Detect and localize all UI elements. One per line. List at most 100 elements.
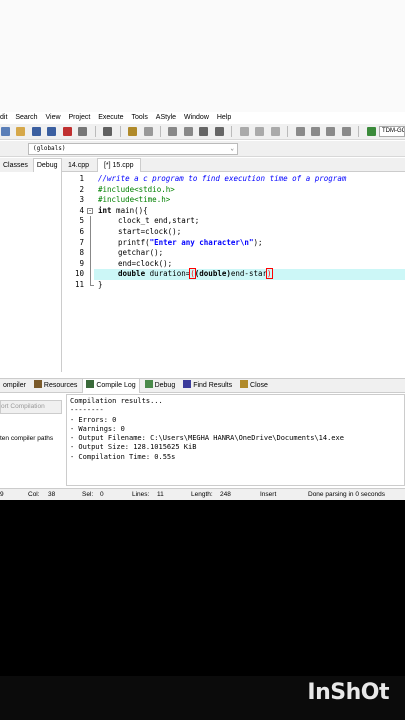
- brace-match-close: ): [266, 268, 273, 280]
- tab-compiler-label: ompiler: [3, 382, 26, 389]
- code-keyword: double: [118, 269, 146, 279]
- line-number: 7: [79, 237, 84, 247]
- code-text: printf(: [118, 237, 150, 247]
- menu-project[interactable]: Project: [69, 112, 91, 124]
- project-new-icon[interactable]: [295, 127, 305, 136]
- replace-icon[interactable]: [183, 127, 193, 136]
- toolbar-separator: [358, 126, 360, 137]
- code-line-11: }: [98, 280, 405, 291]
- code-include: #include<stdio.h>: [98, 184, 175, 194]
- find-results-icon: [183, 380, 192, 388]
- bookmark-icon[interactable]: [270, 127, 280, 136]
- close-file-icon[interactable]: [62, 127, 72, 136]
- find-icon[interactable]: [168, 127, 178, 136]
- menu-bar: dit Search View Project Execute Tools AS…: [0, 112, 405, 124]
- file-tab-14cpp[interactable]: 14.cpp: [62, 159, 95, 172]
- print-icon[interactable]: [103, 127, 113, 136]
- inshot-watermark: InShOt: [307, 680, 389, 705]
- line-number: 6: [79, 227, 84, 236]
- log-line: - Compilation Time: 0.55s: [70, 452, 176, 461]
- toolbar-separator: [231, 126, 233, 137]
- open-file-icon[interactable]: [16, 127, 26, 136]
- code-string: "Enter any character\n": [149, 237, 254, 247]
- find-next-icon[interactable]: [199, 127, 209, 136]
- tab-compile-log[interactable]: Compile Log: [82, 379, 140, 393]
- line-number: 9: [79, 258, 84, 268]
- code-text: getchar();: [118, 248, 164, 258]
- log-line: - Output Size: 128.1015625 KiB: [70, 443, 197, 452]
- tab-compiler[interactable]: ompiler: [0, 379, 29, 393]
- toolbar-separator: [159, 126, 161, 137]
- resources-icon: [33, 380, 42, 388]
- left-panel: [0, 172, 62, 372]
- undo-icon[interactable]: [128, 127, 138, 136]
- code-line-2: #include<stdio.h>: [98, 185, 405, 196]
- new-file-icon[interactable]: [1, 127, 10, 136]
- goto-line-icon[interactable]: [214, 127, 224, 136]
- save-icon[interactable]: [31, 127, 41, 136]
- toolbar-separator: [287, 126, 289, 137]
- close-all-icon[interactable]: [78, 127, 88, 136]
- fold-guide: [86, 269, 94, 280]
- tab-compile-log-label: Compile Log: [96, 382, 136, 389]
- abort-compilation-button[interactable]: ort Compilation: [0, 400, 62, 414]
- project-remove-icon[interactable]: [326, 127, 336, 136]
- code-line-3: #include<time.h>: [98, 195, 405, 206]
- back-icon[interactable]: [239, 127, 249, 136]
- file-tabs: 14.cpp [*] 15.cpp: [62, 158, 405, 172]
- scope-select[interactable]: (globals) ⌄: [28, 143, 238, 155]
- shorten-paths-checkbox[interactable]: ten compiler paths: [0, 434, 64, 444]
- code-line-10-current: double duration=((double)end-star): [94, 268, 405, 280]
- fold-guide: [86, 248, 94, 259]
- tab-find-results[interactable]: Find Results: [180, 379, 235, 393]
- video-top-blank-area: [0, 0, 405, 112]
- line-number: 11: [74, 280, 84, 289]
- project-options-icon[interactable]: [341, 127, 351, 136]
- log-line: - Output Filename: C:\Users\MEGHA HANRA\…: [70, 434, 344, 443]
- file-tab-15cpp[interactable]: [*] 15.cpp: [96, 158, 141, 172]
- code-line-4: int main(){: [98, 206, 405, 217]
- tab-classes[interactable]: Classes: [0, 159, 31, 173]
- redo-icon[interactable]: [143, 127, 153, 136]
- code-editor[interactable]: 1 2 3 4 5 6 7 8 9 10 11 - //write a c pr…: [62, 172, 405, 372]
- tab-debug-bottom[interactable]: Debug: [142, 379, 179, 393]
- code-text: end=clock();: [118, 258, 173, 268]
- scope-select-value: (globals): [33, 145, 66, 152]
- fold-collapse-icon[interactable]: -: [86, 206, 94, 217]
- code-include: #include<time.h>: [98, 195, 171, 205]
- tab-debug-label: Debug: [154, 382, 176, 389]
- code-line-9: end=clock();: [98, 259, 405, 270]
- line-number: 4: [79, 205, 84, 215]
- code-line-1: //write a c program to find execution ti…: [98, 174, 405, 185]
- menu-search[interactable]: Search: [15, 112, 37, 124]
- save-all-icon[interactable]: [47, 127, 57, 136]
- tab-close[interactable]: Close: [237, 379, 271, 393]
- menu-window[interactable]: Window: [184, 112, 209, 124]
- log-line: - Warnings: 0: [70, 424, 125, 433]
- log-line: - Errors: 0: [70, 415, 117, 424]
- menu-execute[interactable]: Execute: [98, 112, 123, 124]
- compiler-select[interactable]: TDM-GCC: [379, 126, 405, 137]
- project-add-icon[interactable]: [310, 127, 320, 136]
- forward-icon[interactable]: [255, 127, 265, 136]
- tab-debug[interactable]: Debug: [32, 158, 62, 173]
- fold-guide: [86, 237, 94, 249]
- fold-guide: [86, 227, 94, 238]
- menu-astyle[interactable]: AStyle: [156, 112, 176, 124]
- code-cast: (double): [194, 269, 231, 279]
- menu-help[interactable]: Help: [217, 112, 231, 124]
- compile-options-panel: ort Compilation ten compiler paths: [0, 394, 64, 486]
- menu-edit[interactable]: dit: [0, 112, 7, 124]
- code-text: );: [253, 237, 263, 247]
- code-text: start=clock();: [118, 227, 182, 236]
- code-text: end-star: [230, 269, 268, 279]
- tab-resources[interactable]: Resources: [31, 379, 80, 393]
- menu-tools[interactable]: Tools: [132, 112, 148, 124]
- fold-guide: [86, 258, 94, 270]
- toolbar-separator: [94, 126, 96, 137]
- shorten-paths-label: ten compiler paths: [0, 435, 54, 442]
- main-toolbar: TDM-GCC: [0, 124, 405, 140]
- code-text: }: [98, 280, 103, 289]
- check-icon[interactable]: [366, 127, 376, 136]
- menu-view[interactable]: View: [46, 112, 61, 124]
